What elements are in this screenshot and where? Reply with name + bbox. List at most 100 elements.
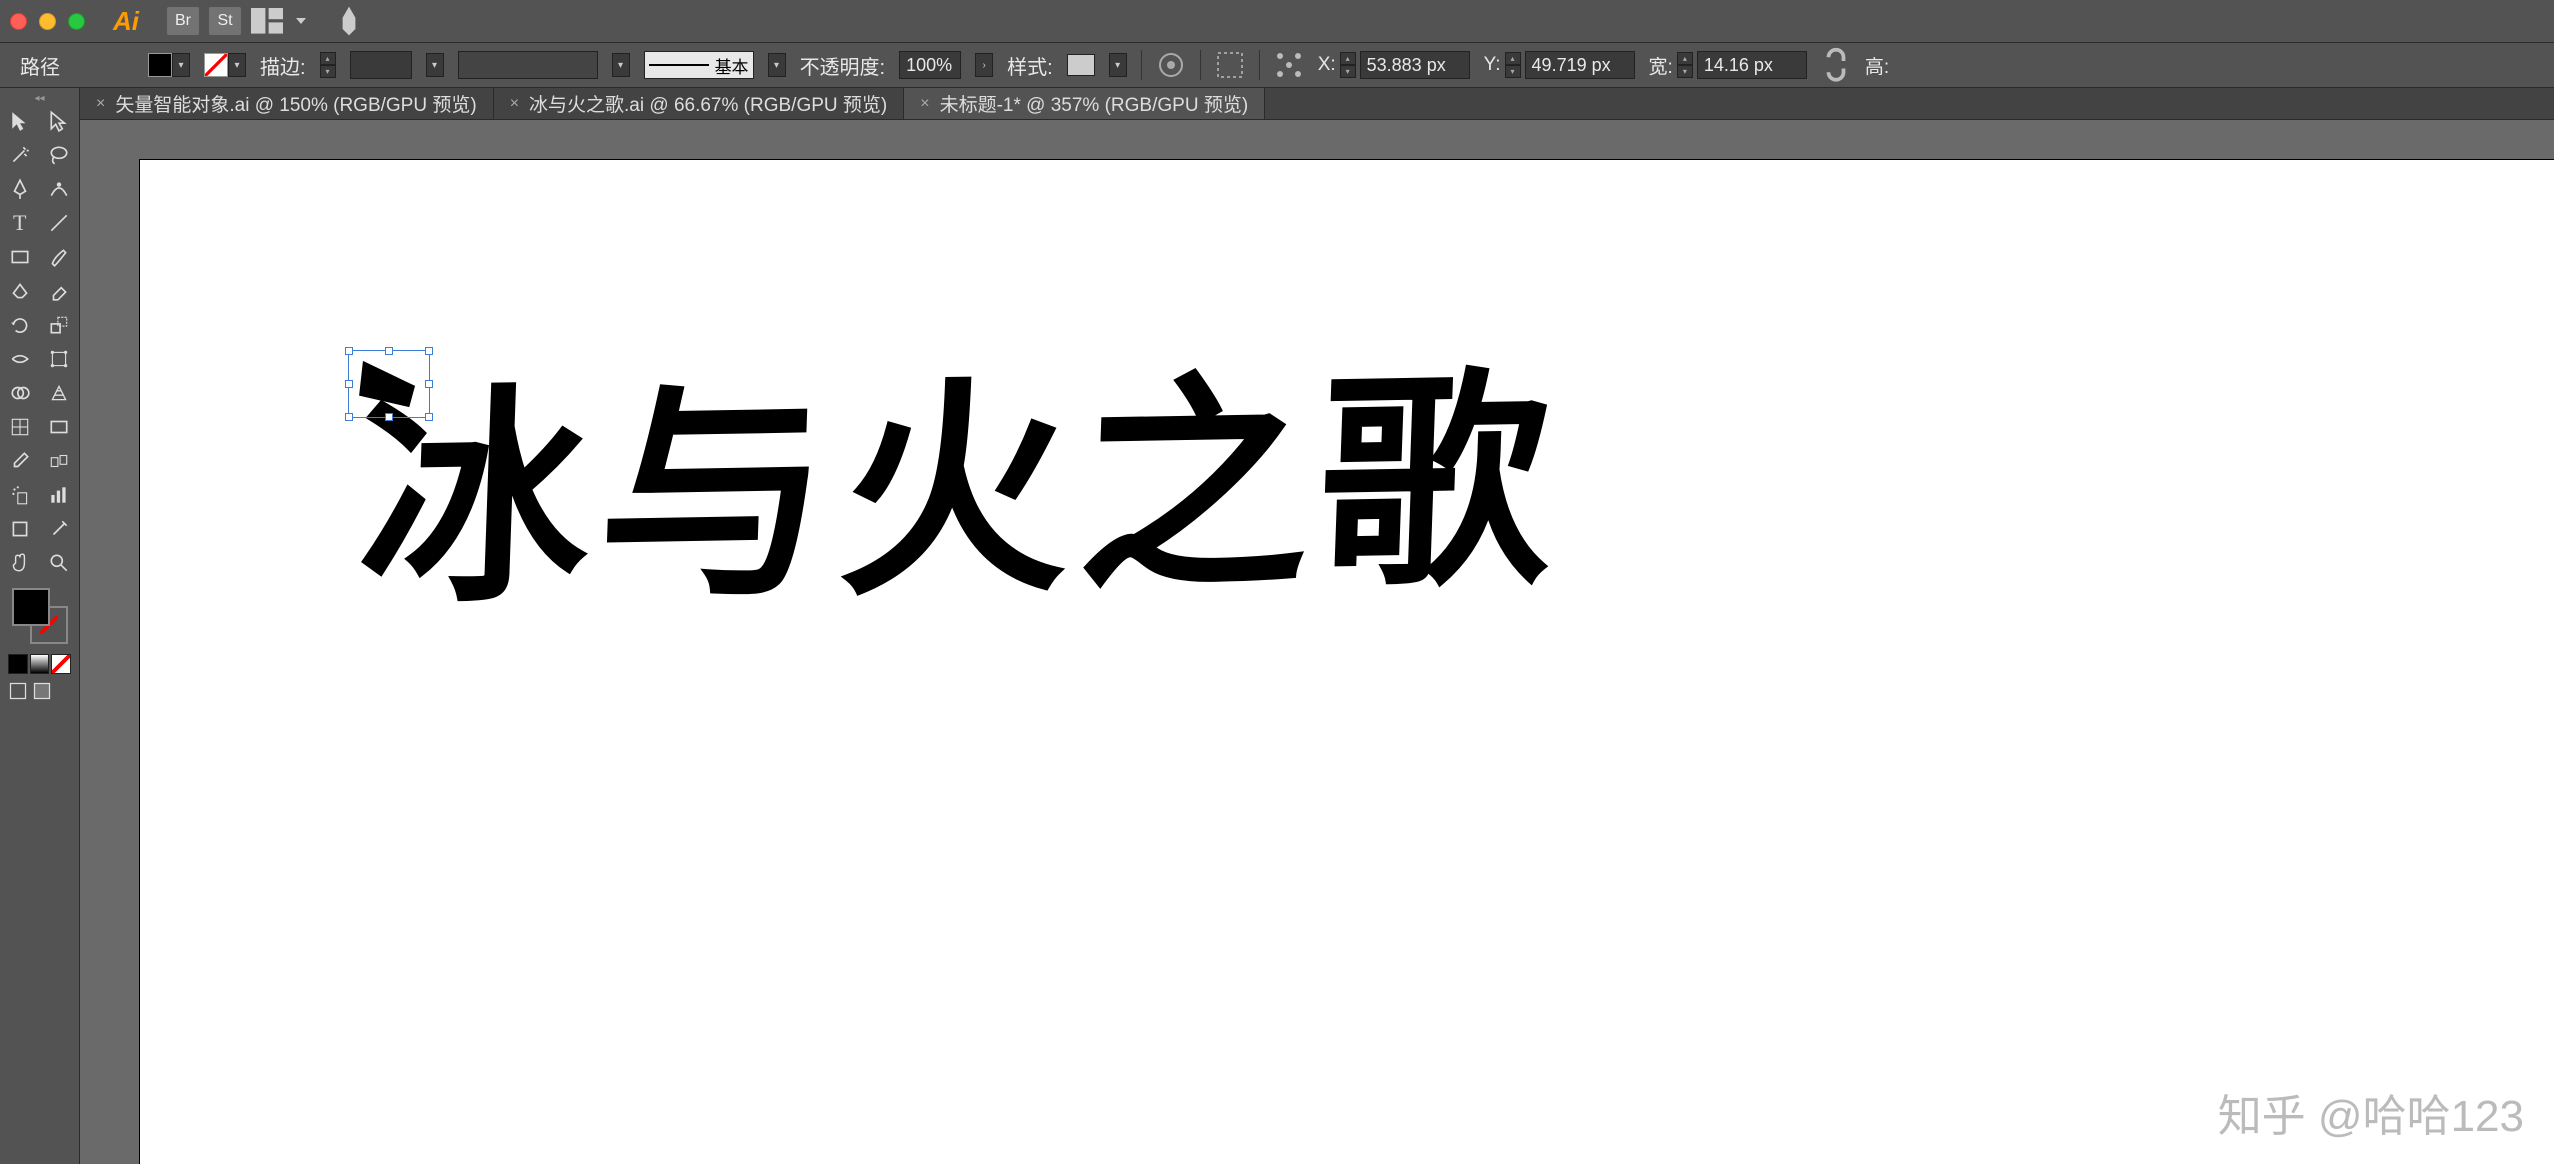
eraser-tool[interactable] [40, 274, 80, 308]
mesh-tool[interactable] [0, 410, 40, 444]
artboard[interactable]: 冰与火之歌 知乎 @哈哈123 [140, 160, 2554, 1164]
shape-builder-tool[interactable] [0, 376, 40, 410]
color-mode-none[interactable] [51, 654, 71, 674]
stroke-weight-input[interactable] [350, 51, 412, 79]
variable-width-profile[interactable] [458, 51, 598, 79]
color-mode-solid[interactable] [8, 654, 28, 674]
line-tool[interactable] [40, 206, 80, 240]
artwork-text[interactable]: 冰与火之歌 [354, 295, 1567, 649]
chevron-down-icon[interactable] [293, 7, 309, 35]
document-tab[interactable]: × 未标题-1* @ 357% (RGB/GPU 预览) [904, 88, 1265, 119]
resize-handle[interactable] [345, 380, 353, 388]
panel-grip[interactable]: ◂◂ [0, 92, 79, 104]
shaper-tool[interactable] [0, 274, 40, 308]
x-input[interactable] [1360, 51, 1470, 79]
slice-tool[interactable] [40, 512, 80, 546]
y-input[interactable] [1525, 51, 1635, 79]
rectangle-tool[interactable] [0, 240, 40, 274]
minimize-window-button[interactable] [39, 13, 56, 30]
graphic-style-swatch[interactable] [1067, 54, 1095, 76]
direct-selection-tool[interactable] [40, 104, 80, 138]
fill-stroke-indicator[interactable] [12, 588, 68, 644]
canvas-viewport[interactable]: 冰与火之歌 知乎 @哈哈123 [80, 120, 2554, 1164]
free-transform-tool[interactable] [40, 342, 80, 376]
width-group: 宽: ▴▾ [1649, 51, 1807, 79]
style-label: 样式: [1007, 51, 1053, 80]
screen-mode-row [0, 676, 79, 706]
style-dropdown[interactable]: ▾ [1109, 53, 1127, 77]
rotate-tool[interactable] [0, 308, 40, 342]
document-tab[interactable]: × 矢量智能对象.ai @ 150% (RGB/GPU 预览) [80, 88, 494, 119]
column-graph-tool[interactable] [40, 478, 80, 512]
pen-tool[interactable] [0, 172, 40, 206]
x-spinner[interactable]: ▴▾ [1340, 52, 1356, 78]
align-icon[interactable] [1215, 50, 1245, 80]
resize-handle[interactable] [425, 380, 433, 388]
close-tab-icon[interactable]: × [96, 95, 105, 113]
blend-tool[interactable] [40, 444, 80, 478]
brush-definition[interactable]: 基本 [644, 51, 754, 79]
stroke-swatch-group[interactable]: ▾ [204, 53, 246, 77]
selected-path[interactable] [355, 357, 423, 411]
resize-handle[interactable] [385, 413, 393, 421]
link-wh-icon[interactable] [1821, 50, 1851, 80]
recolor-icon[interactable] [1156, 50, 1186, 80]
height-group: 高: [1865, 52, 1889, 79]
fill-dropdown[interactable]: ▾ [172, 53, 190, 77]
width-input[interactable] [1697, 51, 1807, 79]
symbol-sprayer-tool[interactable] [0, 478, 40, 512]
artboard-tool[interactable] [0, 512, 40, 546]
stroke-dropdown[interactable]: ▾ [228, 53, 246, 77]
tab-label: 矢量智能对象.ai @ 150% (RGB/GPU 预览) [115, 90, 476, 117]
brush-label: 基本 [715, 53, 749, 78]
opacity-dropdown[interactable]: › [975, 53, 993, 77]
lasso-tool[interactable] [40, 138, 80, 172]
width-spinner[interactable]: ▴▾ [1677, 52, 1693, 78]
draw-mode-icon[interactable] [8, 680, 28, 702]
close-window-button[interactable] [10, 13, 27, 30]
fill-swatch-group[interactable]: ▾ [148, 53, 190, 77]
magic-wand-tool[interactable] [0, 138, 40, 172]
color-mode-gradient[interactable] [30, 654, 50, 674]
curvature-tool[interactable] [40, 172, 80, 206]
stroke-color-swatch[interactable] [204, 53, 228, 77]
brush-dropdown[interactable]: ▾ [768, 53, 786, 77]
selection-tool[interactable] [0, 104, 40, 138]
opacity-input[interactable] [899, 51, 961, 79]
stroke-weight-dropdown[interactable]: ▾ [426, 53, 444, 77]
scale-tool[interactable] [40, 308, 80, 342]
fill-color-swatch[interactable] [148, 53, 172, 77]
perspective-tool[interactable] [40, 376, 80, 410]
resize-handle[interactable] [385, 347, 393, 355]
tool-panel: ◂◂ T [0, 88, 80, 1164]
resize-handle[interactable] [425, 413, 433, 421]
resize-handle[interactable] [345, 347, 353, 355]
stock-button[interactable]: St [209, 7, 241, 35]
width-profile-dropdown[interactable]: ▾ [612, 53, 630, 77]
gradient-tool[interactable] [40, 410, 80, 444]
transform-icon[interactable] [1274, 50, 1304, 80]
maximize-window-button[interactable] [68, 13, 85, 30]
height-label: 高: [1865, 52, 1889, 79]
y-spinner[interactable]: ▴▾ [1505, 52, 1521, 78]
y-coordinate-group: Y: ▴▾ [1484, 51, 1635, 79]
fill-indicator[interactable] [12, 588, 50, 626]
close-tab-icon[interactable]: × [920, 95, 929, 113]
arrange-documents-icon[interactable] [251, 7, 283, 35]
document-tab[interactable]: × 冰与火之歌.ai @ 66.67% (RGB/GPU 预览) [494, 88, 905, 119]
stroke-weight-spinner[interactable]: ▴▾ [320, 52, 336, 78]
resize-handle[interactable] [345, 413, 353, 421]
close-tab-icon[interactable]: × [510, 95, 519, 113]
hand-tool[interactable] [0, 546, 40, 580]
gpu-rocket-icon[interactable] [333, 7, 365, 35]
selection-bounding-box[interactable] [348, 350, 430, 418]
tab-label: 未标题-1* @ 357% (RGB/GPU 预览) [940, 90, 1249, 117]
paintbrush-tool[interactable] [40, 240, 80, 274]
type-tool[interactable]: T [0, 206, 40, 240]
eyedropper-tool[interactable] [0, 444, 40, 478]
bridge-button[interactable]: Br [167, 7, 199, 35]
width-tool[interactable] [0, 342, 40, 376]
zoom-tool[interactable] [40, 546, 80, 580]
screen-mode-icon[interactable] [32, 680, 52, 702]
resize-handle[interactable] [425, 347, 433, 355]
